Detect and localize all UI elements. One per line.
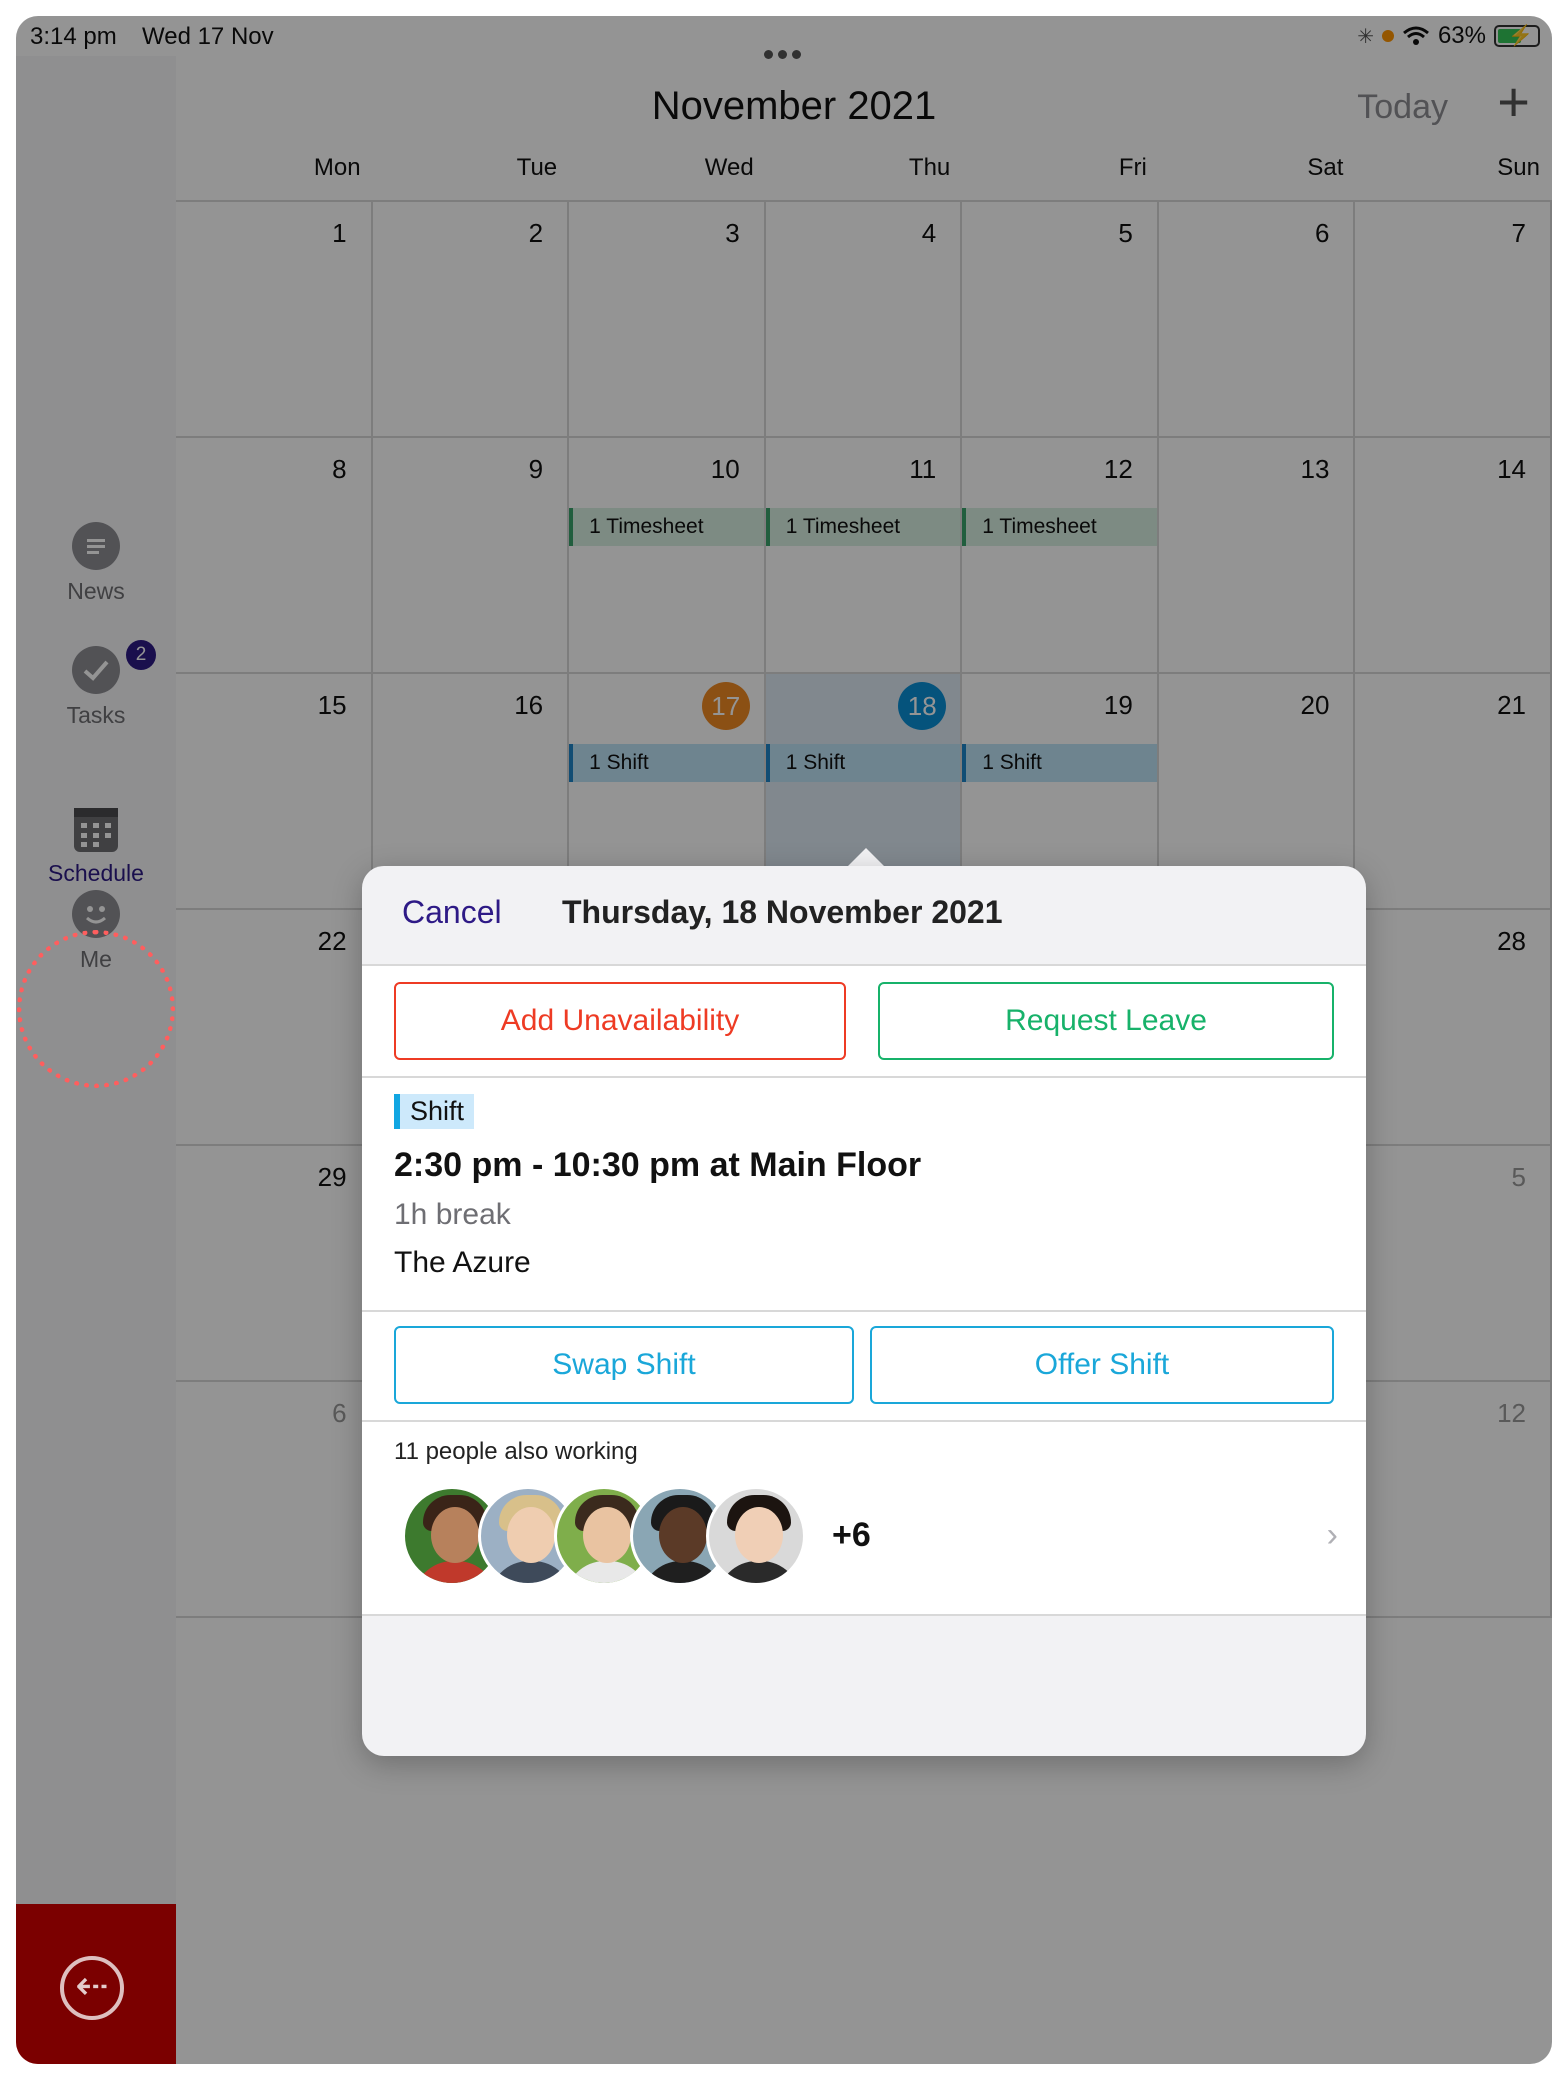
- shift-tag: Shift: [394, 1094, 475, 1129]
- divider: [362, 1614, 1366, 1616]
- divider: [362, 1420, 1366, 1422]
- ipad-screen: November 2021 Today + Mon Tue Wed Thu Fri Sat…: [16, 16, 1552, 2064]
- offer-shift-button[interactable]: Offer Shift: [870, 1326, 1334, 1404]
- shift-location: The Azure: [394, 1246, 531, 1279]
- avatar: [706, 1486, 806, 1586]
- also-working-label: 11 people also working: [394, 1438, 638, 1465]
- day-detail-popover: Cancel Thursday, 18 November 2021 Add Un…: [362, 866, 1366, 1756]
- more-people-count: +6: [832, 1516, 871, 1554]
- logout-icon: ⇠: [60, 1956, 124, 2020]
- divider: [362, 1076, 1366, 1078]
- popover-body: Add Unavailability Request Leave Shift 2…: [362, 966, 1366, 1616]
- popover-header: Cancel Thursday, 18 November 2021: [362, 866, 1366, 966]
- request-leave-button[interactable]: Request Leave: [878, 982, 1334, 1060]
- popover-title: Thursday, 18 November 2021: [562, 894, 1003, 930]
- cancel-button[interactable]: Cancel: [402, 894, 502, 931]
- schedule-highlight-ring: [17, 930, 175, 1088]
- coworker-avatars[interactable]: +6: [402, 1486, 1302, 1586]
- shift-time: 2:30 pm - 10:30 pm at Main Floor: [394, 1146, 922, 1184]
- divider: [362, 1310, 1366, 1312]
- shift-break: 1h break: [394, 1198, 511, 1231]
- swap-shift-button[interactable]: Swap Shift: [394, 1326, 854, 1404]
- add-unavailability-button[interactable]: Add Unavailability: [394, 982, 846, 1060]
- chevron-right-icon[interactable]: ›: [1327, 1516, 1338, 1555]
